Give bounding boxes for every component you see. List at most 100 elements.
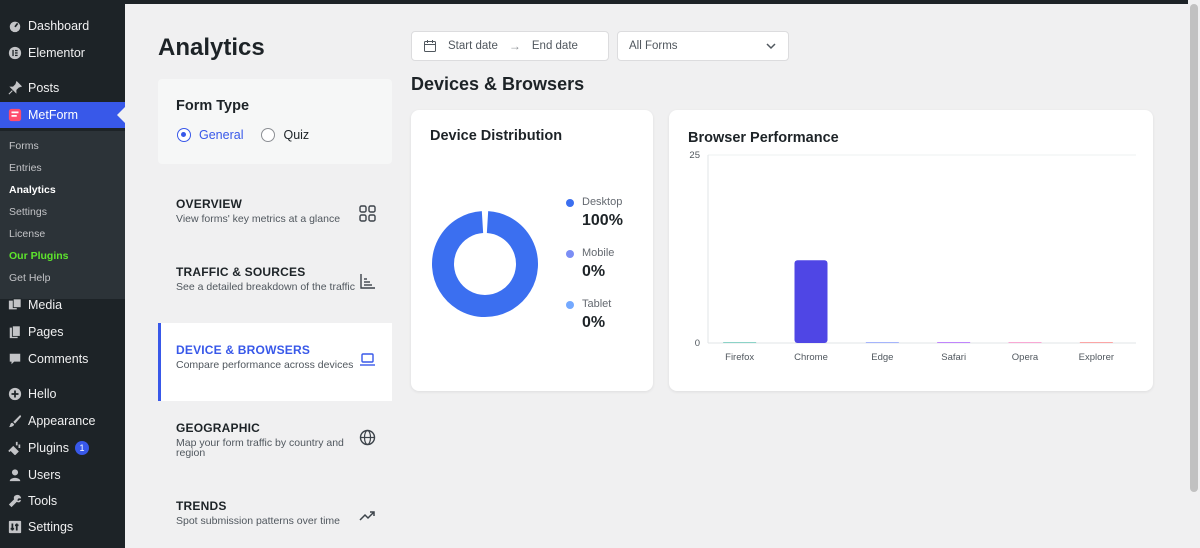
device-distribution-card: Device Distribution Desktop 100% Mobile …	[411, 110, 653, 391]
legend-dot	[566, 250, 574, 258]
arrow-right-icon: →	[508, 39, 521, 53]
active-indicator	[117, 107, 125, 123]
submenu-analytics[interactable]: Analytics	[9, 184, 56, 196]
nav-title: GEOGRAPHIC	[176, 421, 261, 435]
nav-geographic[interactable]: GEOGRAPHIC Map your form traffic by coun…	[158, 401, 392, 479]
calendar-icon	[424, 40, 436, 52]
page-title: Analytics	[158, 34, 265, 61]
submenu-get-help[interactable]: Get Help	[9, 272, 50, 284]
plus-circle-icon	[8, 387, 22, 401]
bar-firefox[interactable]	[723, 342, 757, 343]
scrollbar-thumb[interactable]	[1190, 4, 1198, 492]
x-tick-label: Opera	[1012, 352, 1039, 363]
menu-label: Posts	[28, 81, 60, 95]
bar-edge[interactable]	[865, 342, 899, 343]
menu-label: Media	[28, 298, 63, 312]
nav-trends[interactable]: TRENDS Spot submission patterns over tim…	[158, 479, 392, 548]
y-tick-label: 25	[689, 150, 700, 161]
submenu-our-plugins[interactable]: Our Plugins	[9, 250, 69, 262]
wp-admin-sidebar: Dashboard Elementor Posts MetForm Forms …	[0, 4, 125, 548]
legend-label: Mobile	[582, 247, 615, 259]
bar-chart-icon	[360, 274, 375, 289]
wrench-icon	[8, 494, 22, 508]
menu-appearance[interactable]: Appearance	[0, 408, 125, 434]
menu-label: Appearance	[28, 414, 96, 428]
legend-label: Tablet	[582, 298, 612, 310]
metform-icon	[8, 108, 22, 122]
menu-label: Hello	[28, 387, 57, 401]
update-count-badge: 1	[75, 441, 89, 455]
menu-media[interactable]: Media	[0, 292, 125, 318]
menu-users[interactable]: Users	[0, 462, 125, 488]
bar-opera[interactable]	[1008, 342, 1042, 343]
menu-settings[interactable]: Settings	[0, 514, 125, 540]
x-tick-label: Safari	[941, 352, 966, 363]
grid-icon	[359, 205, 376, 222]
menu-plugins[interactable]: Plugins 1	[0, 435, 125, 461]
trend-up-icon	[359, 511, 375, 521]
browser-performance-card: Browser Performance 25 0 Firefox Chrome Edge…	[669, 110, 1153, 391]
nav-title: DEVICE & BROWSERS	[176, 343, 311, 357]
bar-safari[interactable]	[937, 342, 971, 343]
form-type-title: Form Type	[176, 98, 250, 114]
media-icon	[8, 298, 22, 312]
menu-label: Tools	[28, 494, 58, 508]
menu-comments[interactable]: Comments	[0, 346, 125, 372]
donut-slice-desktop	[432, 211, 538, 317]
radio-quiz-label[interactable]: Quiz	[283, 128, 309, 142]
x-tick-label: Edge	[871, 352, 893, 363]
bar-explorer[interactable]	[1079, 342, 1113, 343]
menu-label: Elementor	[28, 46, 85, 60]
pages-icon	[8, 325, 22, 339]
paintbrush-icon	[8, 414, 22, 428]
date-range-picker[interactable]: Start date → End date	[411, 31, 609, 61]
menu-metform[interactable]: MetForm	[0, 102, 125, 128]
menu-label: MetForm	[28, 108, 78, 122]
radio-quiz[interactable]	[261, 128, 276, 142]
start-date-input[interactable]: Start date	[448, 40, 498, 52]
bar-chrome[interactable]	[794, 260, 828, 343]
legend-label: Desktop	[582, 196, 623, 208]
form-select-value: All Forms	[629, 40, 678, 52]
plug-icon	[8, 441, 22, 455]
y-tick-label: 0	[695, 338, 700, 349]
form-type-card: Form Type General Quiz	[158, 79, 392, 164]
menu-elementor[interactable]: Elementor	[0, 40, 125, 66]
nav-devices[interactable]: DEVICE & BROWSERS Compare performance ac…	[158, 323, 392, 401]
menu-label: Pages	[28, 325, 64, 339]
menu-label: Users	[28, 468, 61, 482]
submenu-license[interactable]: License	[9, 228, 45, 240]
form-select-dropdown[interactable]: All Forms	[617, 31, 789, 61]
nav-desc: See a detailed breakdown of the traffic	[176, 281, 356, 293]
dashboard-icon	[8, 19, 22, 33]
x-tick-label: Explorer	[1079, 352, 1114, 363]
elementor-icon	[8, 46, 22, 60]
analytics-nav: OVERVIEW View forms' key metrics at a gl…	[158, 177, 392, 548]
top-bar	[0, 0, 1200, 4]
laptop-icon	[360, 353, 375, 366]
radio-general[interactable]	[177, 128, 191, 142]
nav-title: TRAFFIC & SOURCES	[176, 265, 306, 279]
radio-general-label[interactable]: General	[199, 128, 243, 142]
menu-label: Settings	[28, 520, 74, 534]
menu-label: Plugins	[28, 441, 69, 455]
comment-icon	[8, 352, 22, 366]
menu-tools[interactable]: Tools	[0, 488, 125, 514]
chevron-down-icon	[766, 43, 776, 50]
submenu-settings[interactable]: Settings	[9, 206, 47, 218]
menu-posts[interactable]: Posts	[0, 75, 125, 101]
legend-dot	[566, 199, 574, 207]
submenu-forms[interactable]: Forms	[9, 140, 39, 152]
nav-traffic[interactable]: TRAFFIC & SOURCES See a detailed breakdo…	[158, 245, 392, 323]
submenu-entries[interactable]: Entries	[9, 162, 42, 174]
device-donut-chart	[432, 211, 538, 317]
menu-pages[interactable]: Pages	[0, 319, 125, 345]
x-tick-label: Chrome	[794, 352, 828, 363]
form-type-radio-group: General Quiz	[177, 128, 309, 142]
legend-dot	[566, 301, 574, 309]
menu-hello[interactable]: Hello	[0, 381, 125, 407]
end-date-input[interactable]: End date	[532, 40, 578, 52]
menu-dashboard[interactable]: Dashboard	[0, 13, 125, 39]
nav-overview[interactable]: OVERVIEW View forms' key metrics at a gl…	[158, 177, 392, 255]
nav-desc: Compare performance across devices	[176, 359, 354, 371]
